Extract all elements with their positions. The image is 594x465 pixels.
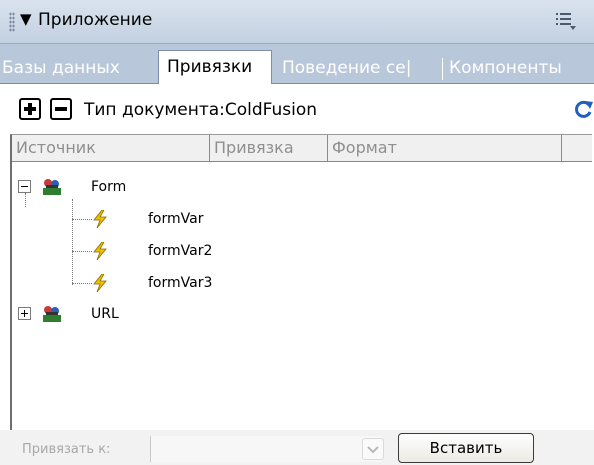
tree-connector <box>25 193 26 207</box>
tree-item-url[interactable]: URL <box>91 306 119 322</box>
bolt-icon <box>93 210 107 228</box>
column-format[interactable]: Формат <box>328 135 562 161</box>
bolt-icon <box>93 242 107 260</box>
tab-databases[interactable]: Базы данных <box>0 52 150 84</box>
tree-connector <box>72 199 73 285</box>
bolt-icon <box>93 274 107 292</box>
add-binding-button[interactable] <box>19 98 41 120</box>
tree-item-formvar2[interactable]: formVar2 <box>148 243 212 259</box>
tab-bar: Базы данных Привязки Поведение се| Компо… <box>0 44 594 85</box>
drag-grip-icon[interactable] <box>9 12 15 32</box>
document-type-label: Тип документа: <box>84 100 225 120</box>
bind-to-label: Привязать к: <box>22 442 111 457</box>
tree-item-form[interactable]: Form <box>91 179 126 195</box>
collapse-arrow-icon[interactable]: ▼ <box>20 10 32 28</box>
bindings-tree: Form formVar formVar2 formVar3 URL <box>12 163 592 431</box>
panel-title[interactable]: Приложение <box>38 10 152 30</box>
column-binding[interactable]: Привязка <box>210 135 328 161</box>
tree-item-formvar3[interactable]: formVar3 <box>148 275 212 291</box>
collapse-icon[interactable] <box>18 180 31 193</box>
bind-to-dropdown-button[interactable] <box>362 438 384 460</box>
tab-components[interactable]: Компоненты <box>449 52 589 84</box>
chevron-down-icon <box>367 446 379 454</box>
insert-button[interactable]: Вставить <box>398 433 534 463</box>
document-type-value[interactable]: ColdFusion <box>225 100 317 120</box>
column-source[interactable]: Источник <box>12 135 210 161</box>
tab-server-behaviors[interactable]: Поведение се| <box>282 52 438 84</box>
bindings-toolbar: Тип документа:ColdFusion <box>0 84 594 134</box>
tab-separator <box>442 58 443 80</box>
document-type: Тип документа:ColdFusion <box>84 100 317 120</box>
bindings-panel: Источник Привязка Формат Form formVar fo… <box>10 134 592 430</box>
tree-connector <box>72 219 92 220</box>
tree-connector <box>72 283 92 284</box>
remove-binding-button[interactable] <box>50 98 72 120</box>
column-header: Источник Привязка Формат <box>12 135 592 162</box>
bind-to-select[interactable] <box>150 436 382 462</box>
footer-bar: Привязать к: Вставить <box>0 430 594 465</box>
data-source-icon <box>43 179 61 195</box>
tree-connector <box>72 251 92 252</box>
panel-title-bar[interactable]: ▼ Приложение <box>0 0 594 44</box>
tree-item-formvar[interactable]: formVar <box>148 211 203 227</box>
refresh-icon[interactable] <box>573 99 594 119</box>
data-source-icon <box>43 306 61 322</box>
tab-bindings[interactable]: Привязки <box>158 50 272 85</box>
expand-icon[interactable] <box>18 307 31 320</box>
panel-options-icon[interactable] <box>555 11 577 31</box>
